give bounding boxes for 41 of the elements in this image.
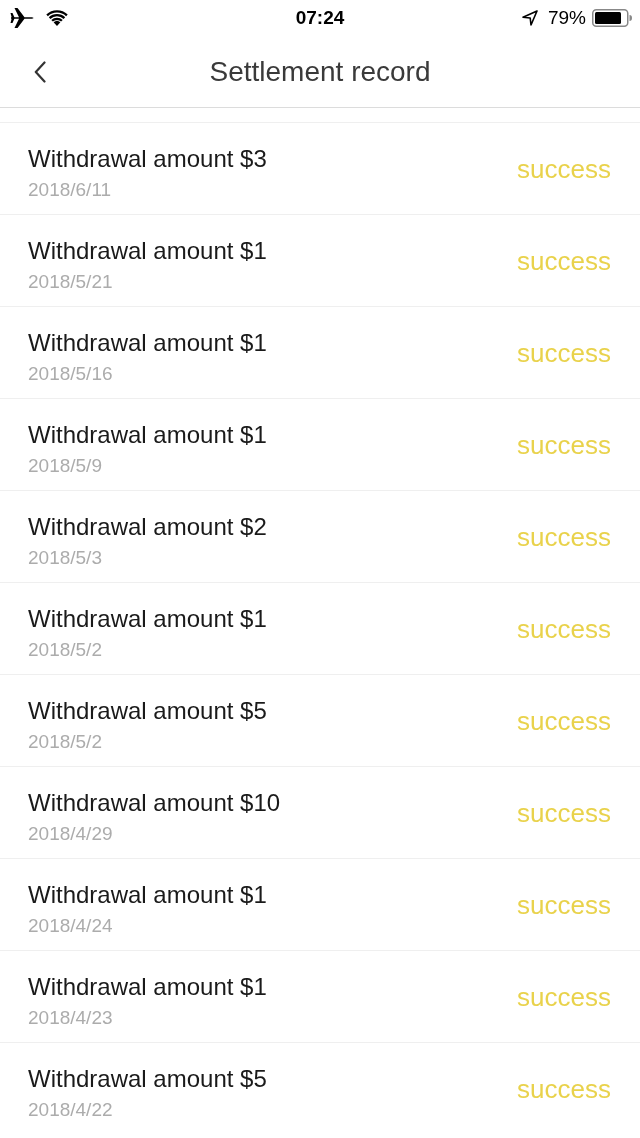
record-date: 2018/5/3 xyxy=(28,545,103,570)
location-arrow-icon xyxy=(521,10,538,26)
chevron-left-icon xyxy=(34,61,46,83)
record-date: 2018/5/16 xyxy=(28,361,114,386)
status-label: success xyxy=(517,1074,611,1105)
status-label: success xyxy=(517,338,611,369)
status-time: 07:24 xyxy=(295,7,345,29)
status-label: success xyxy=(517,246,611,277)
status-label: success xyxy=(517,798,611,829)
record-title: Withdrawal amount $1 xyxy=(28,327,267,358)
status-label: success xyxy=(517,614,611,645)
record-date: 2018/4/24 xyxy=(28,913,114,938)
status-label: success xyxy=(517,154,611,185)
record-title: Withdrawal amount $1 xyxy=(28,971,267,1002)
battery-percentage: 79% xyxy=(547,7,586,29)
record-date: 2018/5/2 xyxy=(28,729,103,754)
record-date: 2018/5/21 xyxy=(28,269,114,294)
airplane-icon xyxy=(10,7,34,29)
record-date: 2018/5/2 xyxy=(28,637,103,662)
record-date: 2018/4/22 xyxy=(28,1097,114,1122)
record-date: 2018/5/9 xyxy=(28,453,103,478)
status-label: success xyxy=(517,706,611,737)
record-title: Withdrawal amount $5 xyxy=(28,695,267,726)
record-title: Withdrawal amount $2 xyxy=(28,511,267,542)
record-date: 2018/6/11 xyxy=(28,177,113,202)
record-title: Withdrawal amount $1 xyxy=(28,603,267,634)
battery-icon xyxy=(592,9,632,27)
record-title: Withdrawal amount $1 xyxy=(28,419,267,450)
status-label: success xyxy=(517,430,611,461)
record-title: Withdrawal amount $5 xyxy=(28,1063,267,1094)
status-label: success xyxy=(517,890,611,921)
record-date: 2018/4/29 xyxy=(28,821,114,846)
wifi-icon xyxy=(46,10,68,26)
record-title: Withdrawal amount $1 xyxy=(28,879,267,910)
record-title: Withdrawal amount $3 xyxy=(28,143,267,174)
record-title: Withdrawal amount $1 xyxy=(28,235,267,266)
record-date: 2018/4/23 xyxy=(28,1005,114,1030)
status-label: success xyxy=(517,522,611,553)
page-title: Settlement record xyxy=(209,55,431,88)
status-label: success xyxy=(517,982,611,1013)
record-title: Withdrawal amount $10 xyxy=(28,787,281,818)
